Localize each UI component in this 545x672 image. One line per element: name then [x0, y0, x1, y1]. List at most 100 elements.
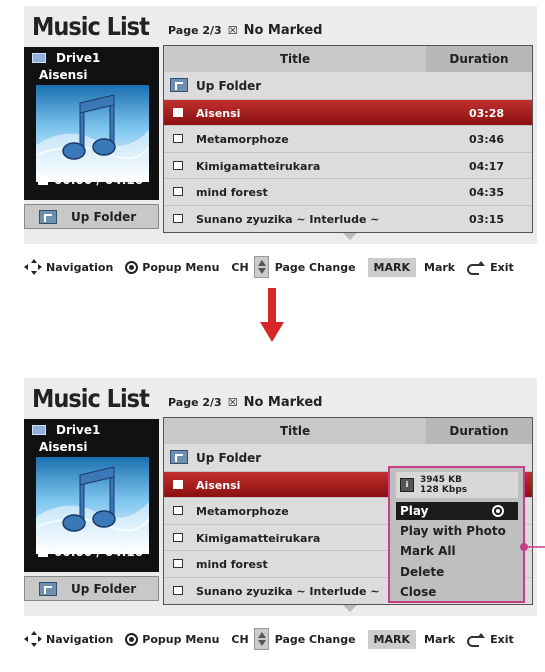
callout-pointer-icon	[520, 543, 545, 551]
file-size: 3945 KB	[420, 475, 463, 485]
menu-item-play[interactable]: Play	[396, 502, 518, 520]
row-title: mind forest	[196, 186, 268, 199]
current-track-name: Aisensi	[39, 68, 88, 82]
legend-exit: Exit	[467, 261, 514, 275]
channel-up-down-icon	[253, 256, 269, 278]
file-icon	[173, 559, 183, 568]
time-text: 00:00 / 04:16	[54, 173, 144, 187]
page-info: Page 2/3 ☒ No Marked	[168, 23, 322, 38]
channel-up-down-icon	[253, 628, 269, 650]
up-folder-button[interactable]: Up Folder	[24, 576, 159, 601]
list-item[interactable]: Kimigamatteirukara 04:17	[164, 152, 532, 178]
legend-popup-menu: Popup Menu	[125, 632, 219, 646]
file-icon	[173, 108, 183, 117]
stop-icon	[38, 547, 48, 557]
transition-arrow-icon	[260, 288, 284, 342]
file-icon	[173, 187, 183, 196]
file-icon	[173, 161, 183, 170]
menu-item-label: Play with Photo	[400, 524, 506, 538]
up-folder-label: Up Folder	[71, 209, 137, 224]
scroll-down-icon[interactable]	[343, 605, 357, 612]
page-title: Music List	[32, 384, 150, 413]
file-icon	[173, 533, 183, 542]
list-header: Title Duration	[164, 46, 532, 72]
menu-item-play-with-photo[interactable]: Play with Photo	[396, 522, 518, 540]
popup-menu: i 3945 KB 128 Kbps Play Play with Photo …	[388, 466, 525, 603]
row-title: Up Folder	[196, 79, 262, 93]
page-change-label: Page Change	[274, 260, 356, 274]
row-title: Kimigamatteirukara	[196, 532, 321, 545]
header-duration: Duration	[426, 46, 532, 72]
selected-radio-icon	[492, 505, 504, 517]
legend-navigation: Navigation	[24, 259, 113, 275]
navigation-label: Navigation	[46, 260, 114, 274]
row-duration: 03:15	[469, 213, 505, 226]
list-item[interactable]: Sunano zyuzika ~ Interlude ~ 03:15	[164, 205, 532, 231]
legend-exit: Exit	[467, 632, 514, 647]
file-icon	[173, 506, 183, 515]
folder-up-icon	[170, 450, 188, 464]
file-icon	[173, 214, 183, 223]
menu-item-delete[interactable]: Delete	[396, 563, 518, 581]
row-duration: 04:35	[469, 186, 505, 199]
menu-item-label: Close	[400, 585, 437, 599]
now-playing-panel: Drive1 Aisensi 00:00 / 04:16	[24, 419, 159, 572]
exit-label: Exit	[490, 632, 514, 646]
music-list-panel-before: Music List Page 2/3 ☒ No Marked Drive1 A…	[0, 0, 545, 300]
file-icon	[173, 586, 183, 595]
footer-legend: Navigation Popup Menu CH Page Change MAR…	[24, 256, 526, 278]
ch-label: CH	[231, 260, 249, 274]
list-item-up-folder[interactable]: Up Folder	[164, 72, 532, 98]
row-duration: 03:46	[469, 133, 505, 146]
menu-item-label: Play	[400, 504, 429, 518]
navigation-label: Navigation	[46, 632, 114, 646]
legend-navigation: Navigation	[24, 631, 113, 647]
navigation-arrows-icon	[24, 259, 42, 275]
mark-button-icon: MARK	[367, 629, 417, 649]
page-number: Page 2/3	[168, 24, 222, 37]
navigation-arrows-icon	[24, 631, 42, 647]
folder-up-icon	[39, 581, 57, 596]
file-info: i 3945 KB 128 Kbps	[396, 472, 518, 498]
menu-item-close[interactable]: Close	[396, 583, 518, 601]
scroll-down-icon[interactable]	[343, 233, 357, 240]
row-title: Up Folder	[196, 451, 262, 465]
drive-label: Drive1	[32, 51, 100, 65]
list-item[interactable]: Metamorphoze 03:46	[164, 125, 532, 151]
row-title: Kimigamatteirukara	[196, 160, 321, 173]
legend-page-change: CH Page Change	[231, 628, 356, 650]
row-title: Aisensi	[196, 107, 241, 120]
folder-up-icon	[39, 209, 57, 224]
row-title: mind forest	[196, 558, 268, 571]
page-info: Page 2/3 ☒ No Marked	[168, 395, 322, 410]
row-duration: 03:28	[469, 107, 505, 120]
legend-page-change: CH Page Change	[231, 256, 356, 278]
time-text: 00:00 / 04:16	[54, 545, 144, 559]
list-header: Title Duration	[164, 418, 532, 444]
row-title: Sunano zyuzika ~ Interlude ~	[196, 213, 380, 226]
popup-menu-label: Popup Menu	[142, 260, 220, 274]
menu-item-mark-all[interactable]: Mark All	[396, 542, 518, 560]
list-item[interactable]: Aisensi 03:28	[164, 99, 532, 125]
row-title: Metamorphoze	[196, 505, 289, 518]
playback-time: 00:00 / 04:16	[38, 545, 143, 559]
row-title: Metamorphoze	[196, 133, 289, 146]
current-track-name: Aisensi	[39, 440, 88, 454]
file-icon	[173, 134, 183, 143]
playback-time: 00:00 / 04:16	[38, 173, 143, 187]
menu-item-label: Delete	[400, 565, 445, 579]
up-folder-button[interactable]: Up Folder	[24, 204, 159, 229]
music-note-icon	[36, 94, 149, 182]
track-list: Title Duration Up Folder Aisensi 03:28 M…	[163, 45, 533, 233]
ok-button-icon	[125, 632, 139, 646]
ch-label: CH	[231, 632, 249, 646]
drive-name: Drive1	[56, 51, 101, 65]
folder-up-icon	[170, 78, 188, 92]
header-title: Title	[279, 52, 311, 66]
file-info-text: 3945 KB 128 Kbps	[420, 475, 467, 495]
music-note-icon	[36, 466, 149, 554]
album-art	[36, 85, 149, 182]
drive-name: Drive1	[56, 423, 101, 437]
list-item[interactable]: mind forest 04:35	[164, 178, 532, 204]
legend-mark: MARK Mark	[367, 257, 455, 277]
